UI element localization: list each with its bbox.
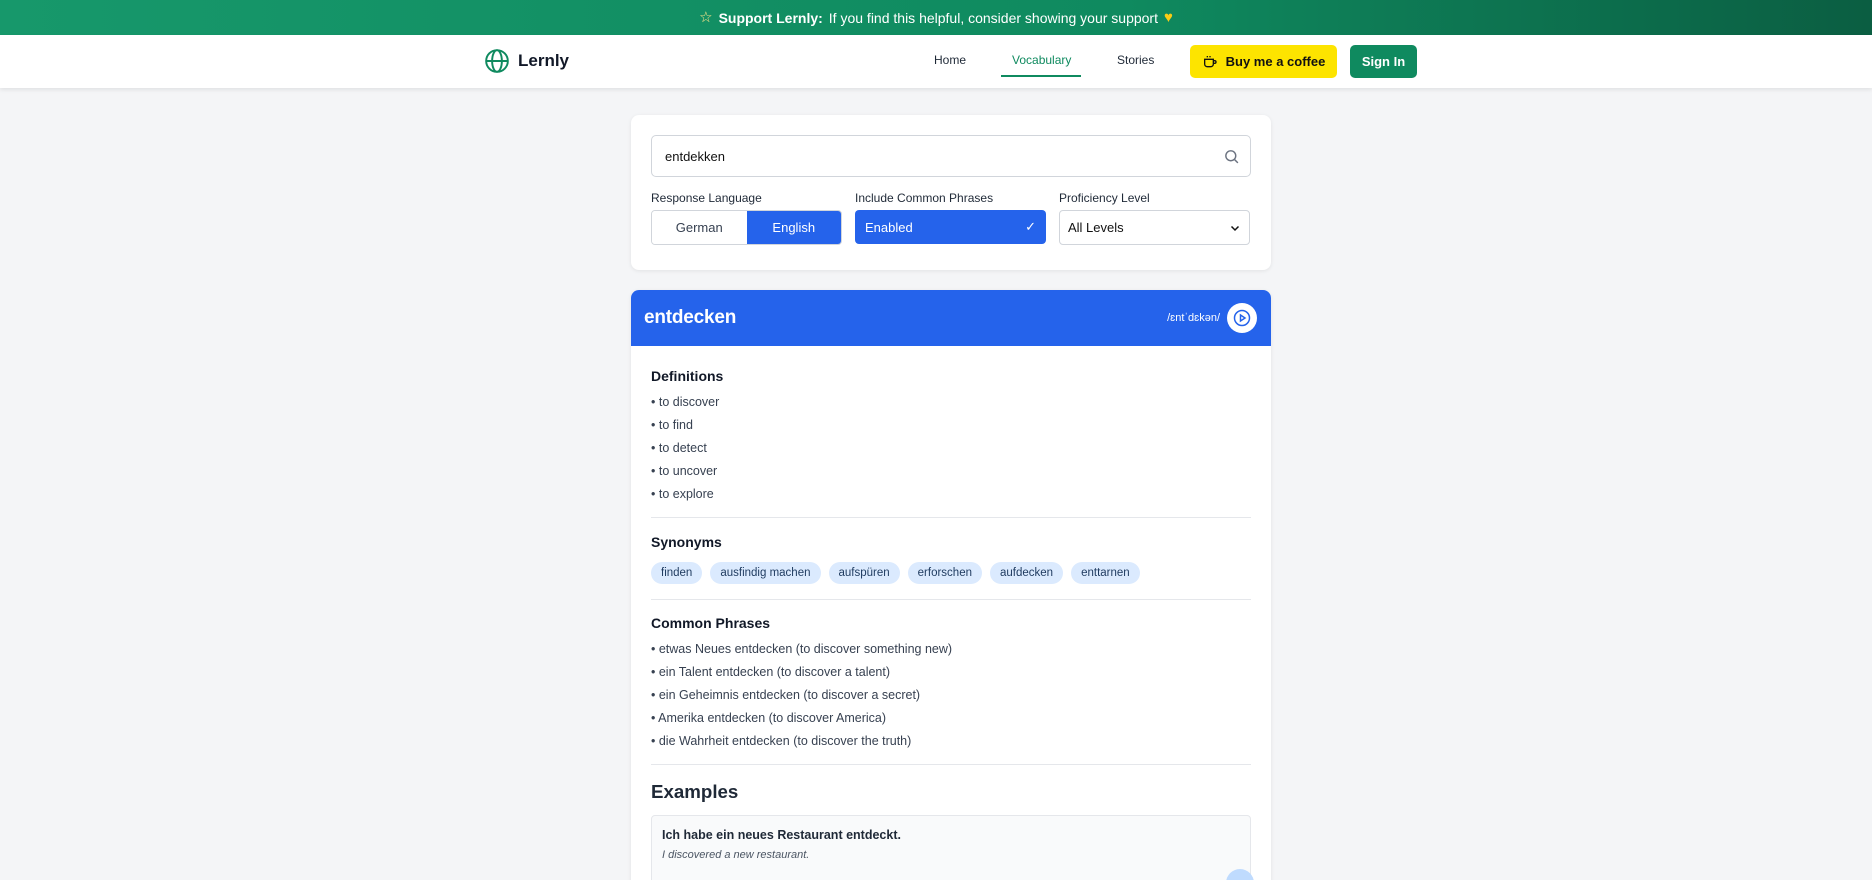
brand-name: Lernly [518,51,570,70]
globe-logo-icon [485,49,509,73]
star-icon: ☆ [699,9,713,26]
phrase-item: • die Wahrheit entdecken (to discover th… [651,734,912,748]
response-language-toggle: German English [651,210,842,245]
synonyms-section: Synonyms finden ausfindig machen aufspür… [651,518,1251,600]
buy-coffee-label: Buy me a coffee [1225,54,1326,69]
search-card: Response Language German English Include… [631,115,1271,270]
common-phrases-toggle[interactable]: Enabled ✓ [855,210,1046,244]
definitions-title: Definitions [651,368,724,384]
nav-vocabulary[interactable]: Vocabulary [1012,53,1071,67]
definition-item: • to uncover [651,464,718,478]
support-banner: ☆ Support Lernly: If you find this helpf… [0,0,1872,35]
phrase-item: • ein Talent entdecken (to discover a ta… [651,665,891,679]
play-icon [1233,309,1251,327]
synonym-chip[interactable]: erforschen [907,562,982,584]
navbar: Lernly Home Vocabulary Stories Buy me a … [0,35,1872,88]
play-example-button[interactable] [1226,869,1254,880]
coffee-cup-icon [1203,55,1217,67]
common-phrases-title: Common Phrases [651,615,771,631]
synonym-chip[interactable]: finden [651,562,703,584]
brand-link[interactable]: Lernly [484,48,569,74]
nav-stories[interactable]: Stories [1117,53,1154,67]
synonyms-title: Synonyms [651,534,722,550]
synonym-chip[interactable]: ausfindig machen [710,562,821,584]
buy-coffee-button[interactable]: Buy me a coffee [1190,45,1337,78]
search-input[interactable] [651,135,1251,177]
proficiency-level-select[interactable]: All Levels [1059,210,1250,245]
sign-in-button[interactable]: Sign In [1350,45,1417,78]
check-icon: ✓ [1025,219,1036,234]
heart-icon: ♥ [1163,9,1173,26]
example-item: Ich habe ein neues Restaurant entdeckt. … [651,815,1254,880]
response-language-label: Response Language [651,191,762,205]
synonym-chip[interactable]: aufspüren [828,562,900,584]
phrase-item: • etwas Neues entdecken (to discover som… [651,642,953,656]
example-english: I discovered a new restaurant. [662,849,810,861]
nav-active-indicator [1001,75,1081,77]
nav-home[interactable]: Home [934,53,966,67]
common-phrases-section: Common Phrases • etwas Neues entdecken (… [651,600,1251,765]
examples-title: Examples [651,781,739,802]
definition-item: • to discover [651,395,720,409]
definition-item: • to find [651,418,693,432]
language-option-english[interactable]: English [746,211,841,244]
play-pronunciation-button[interactable] [1227,303,1257,333]
phrase-item: • ein Geheimnis entdecken (to discover a… [651,688,921,702]
banner-text: If you find this helpful, consider showi… [828,9,1158,26]
definitions-section: Definitions • to discover • to find • to… [651,346,1251,518]
example-german: Ich habe ein neues Restaurant entdeckt. [662,828,901,842]
examples-section: Examples Ich habe ein neues Restaurant e… [651,765,1254,880]
word-title: entdecken [644,307,737,328]
word-header: entdecken /ɛntˈdɛkən/ [631,290,1271,346]
proficiency-level-value: All Levels [1068,220,1124,235]
definition-item: • to detect [651,441,707,455]
common-phrases-label: Include Common Phrases [855,191,994,205]
banner-bold-text: Support Lernly: [718,9,823,26]
word-result-card: entdecken /ɛntˈdɛkən/ Definitions • to d… [631,290,1271,880]
search-icon[interactable] [1223,148,1240,165]
pronunciation: /ɛntˈdɛkən/ [1167,312,1220,324]
chevron-down-icon [1230,225,1240,231]
phrase-item: • Amerika entdecken (to discover America… [651,711,887,725]
common-phrases-value: Enabled [865,219,913,235]
proficiency-level-label: Proficiency Level [1059,191,1150,205]
language-option-german[interactable]: German [652,211,747,244]
definition-item: • to explore [651,487,714,501]
synonym-chip[interactable]: enttarnen [1071,562,1140,584]
synonym-chip[interactable]: aufdecken [990,562,1064,584]
